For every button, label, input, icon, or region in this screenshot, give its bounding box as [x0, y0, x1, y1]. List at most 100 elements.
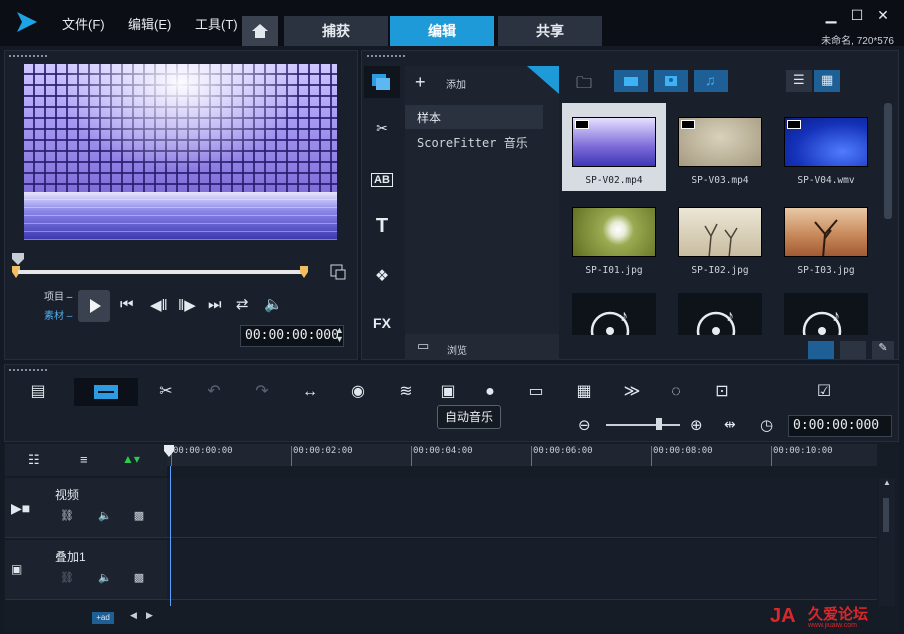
- tools-icon[interactable]: ✂: [152, 380, 180, 404]
- toolbar-grip[interactable]: [8, 368, 48, 372]
- list-view-button[interactable]: ☰: [786, 70, 812, 92]
- end-button[interactable]: ⏭: [208, 296, 222, 313]
- resize-preview-icon[interactable]: [330, 264, 346, 280]
- add-track-button[interactable]: +ad: [92, 612, 114, 624]
- media-item[interactable]: SP-I02.jpg: [668, 193, 772, 281]
- scrollbar-thumb[interactable]: [883, 498, 889, 532]
- timeline-scrollbar[interactable]: ▲: [879, 478, 895, 606]
- media-item[interactable]: ♪: [668, 283, 772, 335]
- filter-photo-button[interactable]: [654, 70, 688, 92]
- video-track[interactable]: [167, 478, 877, 538]
- mute-icon[interactable]: 🔈: [97, 508, 113, 524]
- play-button[interactable]: [78, 290, 110, 322]
- subtitle-icon[interactable]: ▭: [522, 380, 550, 404]
- ripple-icon[interactable]: ▩: [131, 570, 147, 586]
- folder-item-sample[interactable]: 样本: [405, 105, 543, 129]
- repeat-button[interactable]: ⇄: [236, 295, 249, 313]
- menu-edit[interactable]: 编辑(E): [128, 14, 171, 33]
- fit-timeline-icon[interactable]: ⇹: [724, 416, 736, 433]
- folder-item-scorefitter[interactable]: ScoreFitter 音乐: [417, 134, 528, 151]
- add-icon[interactable]: +: [415, 72, 426, 93]
- project-mode-label[interactable]: 项目 –: [44, 288, 72, 303]
- trim-bar[interactable]: [12, 266, 308, 280]
- home-tab[interactable]: [242, 16, 278, 46]
- chapter-icon[interactable]: ≡: [80, 452, 88, 467]
- filter-audio-button[interactable]: ♫: [694, 70, 728, 92]
- filter-video-button[interactable]: [614, 70, 648, 92]
- library-layout-button[interactable]: [840, 341, 866, 359]
- add-marker-icon[interactable]: ▲▾: [122, 452, 140, 466]
- scroll-up-icon[interactable]: ▲: [883, 478, 891, 487]
- overlay-track[interactable]: [167, 540, 877, 600]
- time-remap-icon[interactable]: ≫: [618, 380, 646, 404]
- menu-tools[interactable]: 工具(T): [195, 14, 238, 33]
- browse-bar[interactable]: ▭ 浏览: [405, 334, 559, 360]
- import-folder-icon[interactable]: 🗀: [576, 72, 592, 99]
- sound-mixer-icon[interactable]: ≋: [392, 380, 420, 404]
- add-folder-label[interactable]: 添加: [446, 76, 466, 91]
- playhead-marker-icon[interactable]: [164, 444, 174, 457]
- timeline-view-button[interactable]: [74, 378, 138, 406]
- graphic-icon[interactable]: ❖: [366, 266, 398, 286]
- scroll-left-icon[interactable]: ◀: [130, 610, 137, 621]
- player-timecode[interactable]: 00:00:00:000: [240, 325, 344, 347]
- filter-icon[interactable]: FX: [366, 315, 398, 331]
- volume-icon[interactable]: 🔈: [264, 295, 283, 313]
- media-view-toggle[interactable]: [808, 341, 834, 359]
- fit-project-icon[interactable]: ↔: [296, 380, 324, 404]
- undo-icon[interactable]: ↶: [200, 380, 228, 404]
- time-ruler[interactable]: 00:00:00:00 00:00:02:00 00:00:04:00 00:0…: [167, 444, 877, 466]
- media-item[interactable]: SP-I03.jpg: [774, 193, 878, 281]
- instant-project-icon[interactable]: ✂: [366, 120, 398, 137]
- mute-icon[interactable]: 🔈: [97, 570, 113, 586]
- track-label: 叠加1: [55, 550, 86, 564]
- library-grip[interactable]: [366, 54, 406, 58]
- home-button[interactable]: ⏮: [120, 296, 134, 313]
- media-item[interactable]: SP-V03.mp4: [668, 103, 772, 191]
- next-frame-button[interactable]: ‖▶: [178, 296, 196, 314]
- edit-icon[interactable]: ✎: [872, 341, 894, 359]
- motion-tracking-icon[interactable]: ●: [476, 380, 504, 404]
- scrub-handle-icon[interactable]: [12, 252, 24, 265]
- zoom-in-icon[interactable]: ⊕: [690, 416, 703, 434]
- minimize-icon[interactable]: ▁: [824, 8, 838, 22]
- media-item[interactable]: ♪: [562, 283, 666, 335]
- title-icon[interactable]: T: [366, 215, 398, 238]
- overlay-track-icon: ▣: [11, 562, 23, 576]
- scroll-right-icon[interactable]: ▶: [146, 610, 153, 621]
- mask-icon[interactable]: ◌: [662, 380, 690, 404]
- link-icon[interactable]: ⛓: [59, 570, 75, 586]
- clip-mode-label[interactable]: 素材 –: [44, 307, 72, 322]
- media-item[interactable]: SP-I01.jpg: [562, 193, 666, 281]
- zoom-slider[interactable]: [606, 424, 680, 426]
- pan-zoom-icon[interactable]: ⊡: [708, 380, 736, 404]
- record-capture-icon[interactable]: ◉: [344, 380, 372, 404]
- transition-icon[interactable]: AB: [366, 170, 398, 187]
- auto-music-icon[interactable]: ▣: [434, 380, 462, 404]
- link-icon[interactable]: ⛓: [59, 508, 75, 524]
- tab-capture[interactable]: 捕获: [284, 16, 388, 46]
- timeline-timecode[interactable]: 0:00:00:000: [788, 415, 892, 437]
- storyboard-view-icon[interactable]: ▤: [24, 380, 52, 404]
- menu-file[interactable]: 文件(F): [62, 14, 105, 33]
- tab-edit[interactable]: 编辑: [390, 16, 494, 46]
- media-item[interactable]: SP-V02.mp4: [562, 103, 666, 191]
- player-grip[interactable]: [8, 54, 48, 58]
- thumbnail-view-button[interactable]: ▦: [814, 70, 840, 92]
- smart-render-icon[interactable]: ☑: [810, 380, 838, 404]
- multi-camera-icon[interactable]: ▦: [570, 380, 598, 404]
- maximize-icon[interactable]: ☐: [850, 8, 864, 22]
- close-icon[interactable]: ✕: [876, 8, 890, 22]
- previous-frame-button[interactable]: ◀‖: [150, 296, 168, 314]
- zoom-out-icon[interactable]: ⊖: [578, 416, 591, 434]
- media-item[interactable]: ♪: [774, 283, 878, 335]
- tab-share[interactable]: 共享: [498, 16, 602, 46]
- timecode-stepper[interactable]: ▲ ▼: [335, 326, 344, 344]
- redo-icon[interactable]: ↷: [248, 380, 276, 404]
- media-tab[interactable]: [364, 66, 400, 98]
- track-manager-icon[interactable]: ☷: [28, 452, 40, 468]
- media-item[interactable]: SP-V04.wmv: [774, 103, 878, 191]
- library-scrollbar[interactable]: [884, 103, 892, 219]
- ripple-icon[interactable]: ▩: [131, 508, 147, 524]
- zoom-slider-thumb[interactable]: [656, 418, 663, 430]
